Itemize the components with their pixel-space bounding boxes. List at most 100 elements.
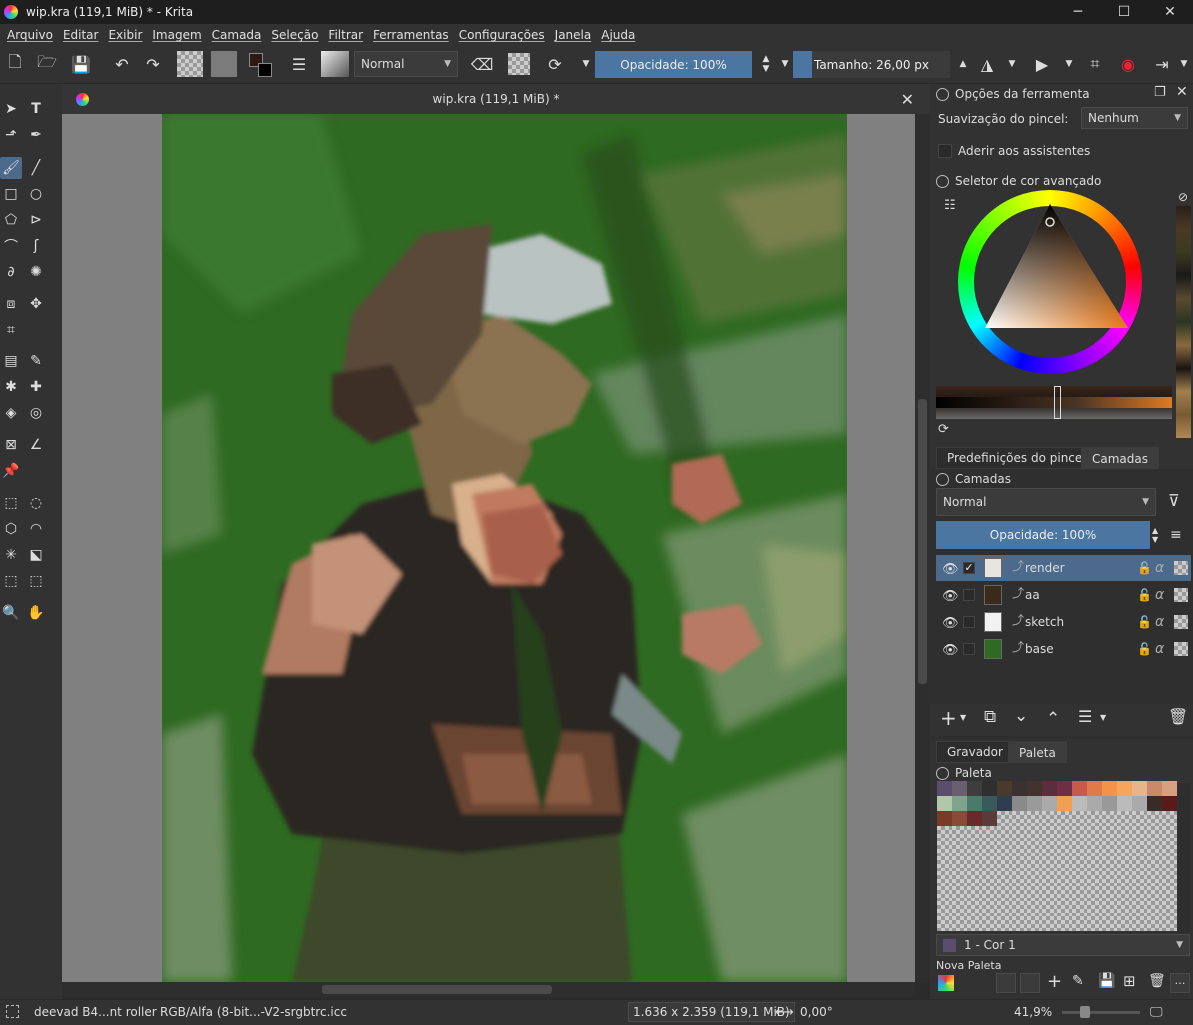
layer-blend-select[interactable]: Normal ▼: [936, 488, 1156, 516]
palette-swatch[interactable]: [1012, 796, 1027, 811]
palette-swatch[interactable]: [1117, 841, 1132, 856]
palette-swatch[interactable]: [1117, 781, 1132, 796]
palette-swatch[interactable]: [1162, 811, 1177, 826]
palette-swatch[interactable]: [952, 856, 967, 871]
mirror-vertical-icon[interactable]: ▶: [1030, 52, 1054, 76]
palette-swatch[interactable]: [1147, 856, 1162, 871]
lock-layer-icon[interactable]: 🔓: [1137, 561, 1152, 575]
color-picker-icon[interactable]: ✎: [25, 350, 47, 372]
palette-swatch[interactable]: [1132, 796, 1147, 811]
palette-swatch[interactable]: [1132, 856, 1147, 871]
palette-swatch[interactable]: [1057, 886, 1072, 901]
palette-swatch[interactable]: [997, 901, 1012, 916]
palette-swatch[interactable]: [1072, 826, 1087, 841]
palette-swatch[interactable]: [997, 811, 1012, 826]
palette-swatch[interactable]: [1012, 886, 1027, 901]
palette-swatch[interactable]: [1042, 796, 1057, 811]
palette-swatch[interactable]: [1117, 901, 1132, 916]
tab-palette[interactable]: Paleta: [1008, 741, 1067, 763]
horizontal-scroll-thumb[interactable]: [322, 985, 552, 994]
calligraphy-icon[interactable]: ✒: [25, 124, 47, 146]
palette-swatch[interactable]: [1132, 781, 1147, 796]
freehand-path-icon[interactable]: ʃ: [25, 235, 47, 257]
palette-swatch[interactable]: [1012, 856, 1027, 871]
palette-swatch[interactable]: [937, 886, 952, 901]
layer-opacity-stepper[interactable]: ▲ ▼: [1152, 526, 1158, 544]
ellipse-tool-icon[interactable]: ○: [25, 183, 47, 205]
image-dimensions[interactable]: 1.636 x 2.359 (119,1 MiB): [628, 1002, 795, 1022]
palette-swatch[interactable]: [1072, 916, 1087, 931]
snap-assistants-checkbox[interactable]: [938, 144, 952, 158]
palette-swatch[interactable]: [937, 781, 952, 796]
select-shapes-icon[interactable]: ➤: [0, 98, 22, 120]
similar-select-icon[interactable]: ⬕: [25, 544, 47, 566]
palette-swatch[interactable]: [967, 781, 982, 796]
palette-swatch[interactable]: [1117, 916, 1132, 931]
painting-canvas[interactable]: [162, 114, 847, 982]
palette-swatch[interactable]: [1147, 916, 1162, 931]
export-icon[interactable]: ⇥: [1150, 52, 1174, 76]
chevron-down-icon[interactable]: ▼: [1057, 52, 1081, 76]
zoom-slider[interactable]: [1062, 1006, 1140, 1018]
mirror-horizontal-icon[interactable]: ◮: [975, 52, 999, 76]
palette-swatch[interactable]: [1027, 826, 1042, 841]
palette-swatch[interactable]: [1102, 886, 1117, 901]
menu-exibir[interactable]: Exibir: [103, 28, 147, 42]
palette-swatch[interactable]: [1042, 871, 1057, 886]
palette-swatch[interactable]: [1087, 811, 1102, 826]
enclose-fill-icon[interactable]: ◎: [25, 402, 47, 424]
palette-swatch[interactable]: [1057, 916, 1072, 931]
pattern-chooser-icon[interactable]: [177, 51, 203, 77]
palette-swatch[interactable]: [1012, 841, 1027, 856]
zoom-slider-handle[interactable]: [1080, 1006, 1090, 1018]
palette-swatch[interactable]: [982, 886, 997, 901]
palette-swatch[interactable]: [982, 856, 997, 871]
palette-swatch[interactable]: [1042, 841, 1057, 856]
palette-swatch[interactable]: [1147, 901, 1162, 916]
palette-swatch[interactable]: [1117, 826, 1132, 841]
menu-imagem[interactable]: Imagem: [147, 28, 206, 42]
measure-tool-icon[interactable]: ∠: [25, 434, 47, 456]
palette-swatch[interactable]: [1012, 826, 1027, 841]
palette-swatch[interactable]: [967, 871, 982, 886]
contiguous-select-icon[interactable]: ✳: [0, 544, 22, 566]
palette-swatch[interactable]: [1087, 886, 1102, 901]
colorize-mask-icon[interactable]: ✱: [0, 376, 22, 398]
freehand-select-icon[interactable]: ◠: [25, 518, 47, 540]
palette-swatch[interactable]: [1072, 886, 1087, 901]
edit-swatch-icon[interactable]: ✎: [1072, 973, 1084, 989]
palette-swatch[interactable]: [1072, 871, 1087, 886]
minimize-button[interactable]: ─: [1055, 0, 1101, 24]
palette-swatch[interactable]: [937, 856, 952, 871]
palette-swatch[interactable]: [967, 841, 982, 856]
bezier-curve-icon[interactable]: ⌒: [0, 235, 22, 257]
palette-swatch[interactable]: [1102, 841, 1117, 856]
palette-swatch[interactable]: [1057, 781, 1072, 796]
bezier-select-icon[interactable]: ⬚: [0, 570, 22, 592]
palette-swatch[interactable]: [967, 826, 982, 841]
lock-icon[interactable]: [936, 472, 949, 486]
palette-swatch[interactable]: [1027, 871, 1042, 886]
palette-swatch[interactable]: [1042, 811, 1057, 826]
layer-row[interactable]: 👁 aa ⤴ 🔓 α: [936, 582, 1191, 608]
visibility-eye-icon[interactable]: 👁: [942, 643, 959, 658]
open-folder-icon[interactable]: 🗁: [35, 52, 59, 76]
palette-swatch[interactable]: [1147, 826, 1162, 841]
palette-swatch[interactable]: [1027, 841, 1042, 856]
palette-swatch[interactable]: [1117, 886, 1132, 901]
palette-scrollbar[interactable]: [1178, 783, 1190, 933]
visibility-eye-icon[interactable]: 👁: [942, 616, 959, 631]
palette-swatch[interactable]: [1162, 856, 1177, 871]
tab-layers[interactable]: Camadas: [1081, 447, 1159, 469]
lock-icon[interactable]: [936, 174, 949, 188]
canvas-viewport[interactable]: [62, 114, 915, 982]
selector-settings-icon[interactable]: ☷: [944, 198, 956, 213]
menu-ajuda[interactable]: Ajuda: [596, 28, 640, 42]
palette-swatch[interactable]: [937, 841, 952, 856]
chevron-down-icon[interactable]: ▼: [1100, 713, 1106, 722]
opacity-slider[interactable]: Opacidade: 100%: [595, 51, 752, 78]
palette-swatch[interactable]: [1087, 871, 1102, 886]
delete-layer-icon[interactable]: 🗑: [1168, 707, 1188, 726]
palette-swatch[interactable]: [1087, 901, 1102, 916]
palette-swatch[interactable]: [1102, 811, 1117, 826]
